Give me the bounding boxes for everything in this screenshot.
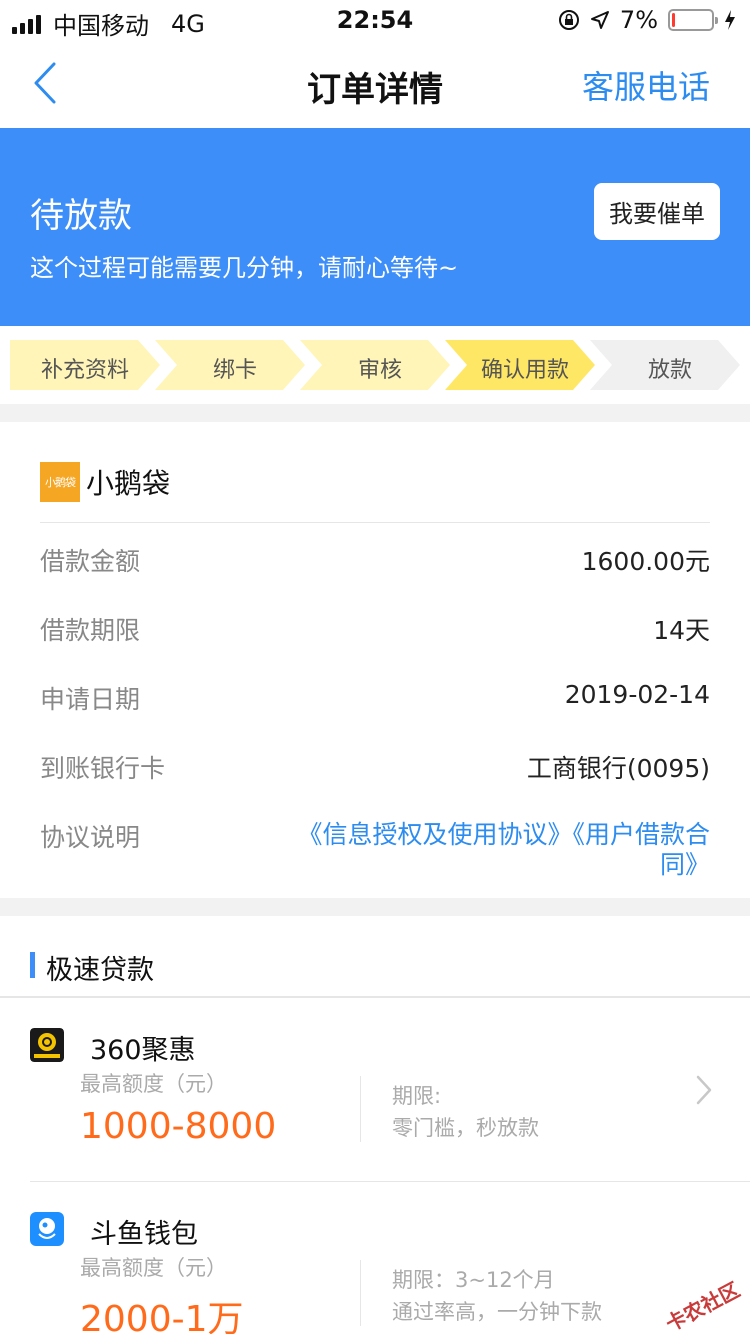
douyu-logo-icon	[30, 1212, 64, 1246]
row-label: 借款期限	[40, 616, 141, 645]
detail-row-amount: 借款金额 1600.00元	[40, 542, 710, 582]
battery-icon	[668, 9, 718, 31]
row-label: 到账银行卡	[40, 754, 166, 783]
order-status-subtitle: 这个过程可能需要几分钟，请耐心等待~	[30, 254, 459, 282]
loan-product-douyu[interactable]: 斗鱼钱包 最高额度（元） 2000-1万 期限：3~12个月 通过率高，一分钟下…	[0, 1182, 750, 1334]
step-3: 审核	[300, 340, 450, 390]
loan-amount: 1000-8000	[80, 1106, 277, 1147]
loan-name: 斗鱼钱包	[90, 1219, 198, 1250]
agreement-links: 《信息授权及使用协议》《用户借款合同》	[260, 820, 710, 880]
urge-order-button[interactable]: 我要催单	[594, 183, 720, 240]
section-accent-bar	[30, 952, 35, 978]
step-label: 审核	[357, 358, 402, 383]
chevron-right-icon	[696, 1075, 712, 1105]
orientation-lock-icon	[558, 10, 579, 30]
loan-amount-label: 最高额度（元）	[80, 1256, 227, 1280]
detail-row-term: 借款期限 14天	[40, 611, 710, 651]
divider	[360, 1076, 361, 1142]
progress-steps: 补充资料 绑卡 审核 确认用款 放款	[0, 326, 750, 404]
info-authorization-agreement-link[interactable]: 《信息授权及使用协议》	[297, 820, 572, 849]
section-title: 极速贷款	[46, 955, 154, 986]
detail-row-bank-card: 到账银行卡 工商银行(0095)	[40, 749, 710, 789]
nav-bar: 订单详情 客服电话	[0, 40, 750, 128]
row-value: 1600.00元	[581, 547, 710, 576]
battery-level	[672, 13, 675, 27]
charging-bolt-icon	[725, 10, 735, 30]
loan-term: 期限：3~12个月	[392, 1268, 555, 1292]
loan-amount: 2000-1万	[80, 1299, 244, 1334]
step-label: 确认用款	[480, 358, 569, 383]
status-bar: 中国移动 4G 22:54 7%	[0, 0, 750, 40]
row-label: 借款金额	[40, 547, 141, 576]
battery-percent: 7%	[619, 6, 658, 34]
step-5: 放款	[590, 340, 740, 390]
step-label: 补充资料	[40, 358, 129, 383]
row-label: 申请日期	[40, 685, 141, 714]
order-card: 小鹅袋 小鹅袋 借款金额 1600.00元 借款期限 14天 申请日期 2019…	[0, 422, 750, 898]
loan-desc: 零门槛，秒放款	[392, 1116, 539, 1140]
loan-name: 360聚惠	[90, 1035, 196, 1066]
lender-name: 小鹅袋	[86, 467, 171, 500]
divider	[40, 522, 710, 523]
row-label: 协议说明	[40, 823, 141, 852]
detail-row-date: 申请日期 2019-02-14	[40, 680, 710, 720]
loan-product-360[interactable]: 360聚惠 最高额度（元） 1000-8000 期限: 零门槛，秒放款	[0, 998, 750, 1182]
loan-desc: 通过率高，一分钟下款	[392, 1300, 602, 1324]
360-logo-icon	[30, 1028, 64, 1062]
step-2: 绑卡	[155, 340, 305, 390]
row-value: 2019-02-14	[564, 680, 710, 709]
loan-amount-label: 最高额度（元）	[80, 1072, 227, 1096]
location-arrow-icon	[590, 11, 609, 29]
divider	[360, 1260, 361, 1326]
row-value: 工商银行(0095)	[526, 754, 710, 783]
status-right: 7%	[558, 6, 736, 34]
step-label: 绑卡	[212, 358, 257, 383]
loan-contract-link[interactable]: 《用户借款合同》	[572, 820, 710, 879]
step-4: 确认用款	[445, 340, 595, 390]
row-value: 14天	[653, 616, 710, 645]
loan-term: 期限:	[392, 1084, 442, 1108]
speed-loans-section: 极速贷款 360聚惠 最高额度（元） 1000-8000 期限: 零门槛，秒放款…	[0, 916, 750, 1334]
order-status-title: 待放款	[30, 196, 132, 236]
customer-service-button[interactable]: 客服电话	[582, 62, 710, 108]
step-1: 补充资料	[10, 340, 160, 390]
step-label: 放款	[647, 358, 692, 383]
lender-logo: 小鹅袋	[40, 462, 80, 502]
status-banner: 待放款 这个过程可能需要几分钟，请耐心等待~ 我要催单	[0, 128, 750, 326]
section-header: 极速贷款	[0, 916, 750, 998]
